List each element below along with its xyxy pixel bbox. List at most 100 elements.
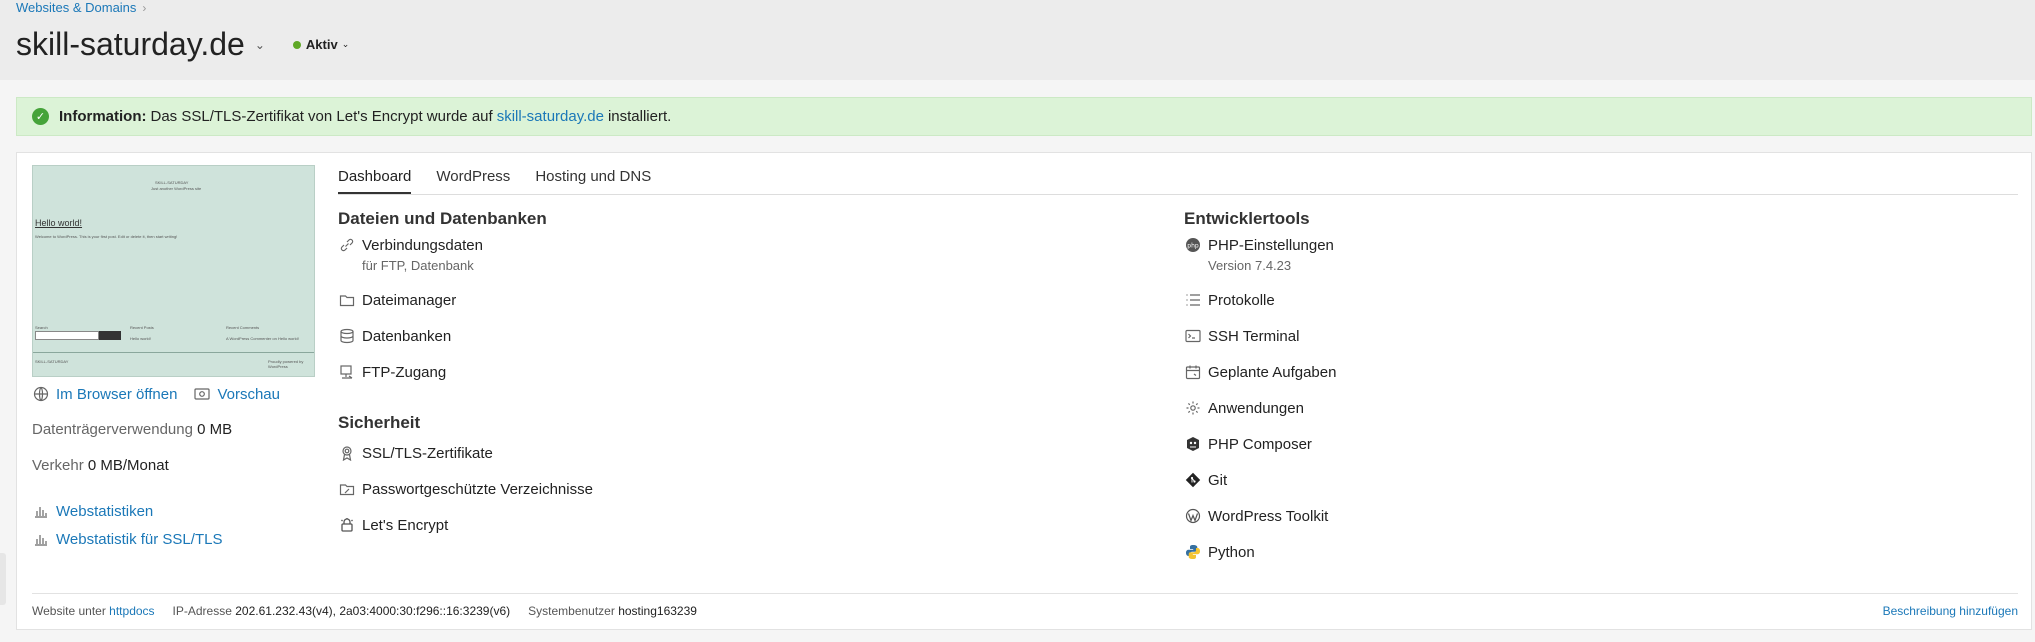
connection-info-link[interactable]: Verbindungsdaten xyxy=(338,236,483,254)
document-root-link[interactable]: httpdocs xyxy=(109,604,154,618)
system-user-label: Systembenutzer xyxy=(528,604,615,618)
eye-icon xyxy=(193,385,211,403)
chevron-right-icon: › xyxy=(142,1,147,15)
php-version: Version 7.4.23 xyxy=(1208,258,1292,273)
status-dot-icon xyxy=(292,40,301,49)
lets-encrypt-link[interactable]: Let's Encrypt xyxy=(338,516,448,534)
ssl-certificates-link[interactable]: SSL/TLS-Zertifikate xyxy=(338,444,493,462)
side-panel-handle[interactable] xyxy=(0,553,6,605)
connection-info-label: Verbindungsdaten xyxy=(362,236,483,254)
applications-label: Anwendungen xyxy=(1208,399,1304,417)
chevron-down-icon: ⌄ xyxy=(341,39,350,49)
git-label: Git xyxy=(1208,471,1228,489)
open-links-row: Im Browser öffnen Vorschau xyxy=(32,385,280,403)
wordpress-icon xyxy=(1184,507,1202,525)
webstats-ssl-label: Webstatistik für SSL/TLS xyxy=(56,530,223,548)
preview-label: Vorschau xyxy=(217,385,280,403)
bar-chart-icon xyxy=(32,502,50,520)
preview-divider xyxy=(33,352,314,353)
system-user-info: Systembenutzer hosting163239 xyxy=(528,604,697,618)
status-dropdown[interactable]: Aktiv ⌄ xyxy=(292,37,350,52)
list-icon xyxy=(1184,291,1202,309)
chevron-down-icon[interactable]: ⌄ xyxy=(255,38,265,52)
protected-directories-label: Passwortgeschützte Verzeichnisse xyxy=(362,480,593,498)
link-icon xyxy=(338,236,356,254)
open-in-browser-label: Im Browser öffnen xyxy=(56,385,178,403)
applications-link[interactable]: Anwendungen xyxy=(1184,399,1304,417)
security-section-title: Sicherheit xyxy=(338,413,421,432)
php-composer-link[interactable]: PHP Composer xyxy=(1184,435,1312,453)
preview-footer-right: Proudly powered by WordPress xyxy=(268,359,304,369)
database-icon xyxy=(338,327,356,345)
page-title: skill-saturday.de xyxy=(16,26,245,62)
title-row: skill-saturday.de ⌄ Aktiv ⌄ xyxy=(16,26,349,63)
files-section-title: Dateien und Datenbanken xyxy=(338,209,547,228)
traffic: Verkehr 0 MB/Monat xyxy=(32,457,169,474)
preview-comment: A WordPress Commenter on Hello world! xyxy=(226,336,299,341)
domain-card: SKILL-SATURDAY Just another WordPress si… xyxy=(16,152,2032,630)
webstats-ssl-link[interactable]: Webstatistik für SSL/TLS xyxy=(32,530,222,548)
ip-address-info: IP-Adresse 202.61.232.43(v4), 2a03:4000:… xyxy=(173,604,511,618)
python-icon xyxy=(1184,543,1202,561)
card-footer: Website unter httpdocs IP-Adresse 202.61… xyxy=(32,593,2018,618)
svg-text:php: php xyxy=(1187,243,1199,250)
info-text-after: installiert. xyxy=(607,108,672,125)
preview-excerpt: Welcome to WordPress. This is your first… xyxy=(35,234,178,239)
ftp-access-link[interactable]: FTP-Zugang xyxy=(338,363,446,381)
traffic-label: Verkehr xyxy=(32,457,84,474)
ssh-terminal-link[interactable]: SSH Terminal xyxy=(1184,327,1299,345)
databases-link[interactable]: Datenbanken xyxy=(338,327,451,345)
info-domain-link[interactable]: skill-saturday.de xyxy=(497,108,604,125)
file-manager-link[interactable]: Dateimanager xyxy=(338,291,456,309)
connection-info-sub: für FTP, Datenbank xyxy=(362,258,474,273)
php-composer-label: PHP Composer xyxy=(1208,435,1312,453)
tab-wordpress[interactable]: WordPress xyxy=(436,165,510,194)
dev-section-title: Entwicklertools xyxy=(1184,209,1310,228)
protected-directories-link[interactable]: Passwortgeschützte Verzeichnisse xyxy=(338,480,593,498)
open-in-browser-link[interactable]: Im Browser öffnen xyxy=(32,385,177,403)
preview-hello: Hello world! xyxy=(35,218,83,228)
info-label: Information: xyxy=(59,108,147,125)
add-description-link[interactable]: Beschreibung hinzufügen xyxy=(1883,604,2018,618)
preview-footer-left: SKILL-SATURDAY xyxy=(35,359,69,364)
website-preview-thumbnail[interactable]: SKILL-SATURDAY Just another WordPress si… xyxy=(32,165,315,377)
git-icon xyxy=(1184,471,1202,489)
lets-encrypt-icon xyxy=(338,516,356,534)
document-root-label: Website unter xyxy=(32,604,106,618)
tab-bar: Dashboard WordPress Hosting und DNS xyxy=(338,165,2018,195)
breadcrumb-link-websites[interactable]: Websites & Domains xyxy=(16,0,136,15)
file-manager-label: Dateimanager xyxy=(362,291,457,309)
tab-dashboard[interactable]: Dashboard xyxy=(338,165,412,194)
info-message: ✓ Information: Das SSL/TLS-Zertifikat vo… xyxy=(16,97,2032,136)
webstats-link[interactable]: Webstatistiken xyxy=(32,502,153,520)
wordpress-toolkit-link[interactable]: WordPress Toolkit xyxy=(1184,507,1328,525)
preview-hello-small: Hello world! xyxy=(130,336,151,341)
preview-link[interactable]: Vorschau xyxy=(193,385,280,403)
git-link[interactable]: Git xyxy=(1184,471,1227,489)
tab-hosting-dns[interactable]: Hosting und DNS xyxy=(535,165,651,194)
scheduled-tasks-label: Geplante Aufgaben xyxy=(1208,363,1337,381)
ip-address-value: 202.61.232.43(v4), 2a03:4000:30:f296::16… xyxy=(235,604,511,618)
certificate-icon xyxy=(338,444,356,462)
logs-label: Protokolle xyxy=(1208,291,1275,309)
info-text: Das SSL/TLS-Zertifikat von Let's Encrypt… xyxy=(150,108,493,125)
bar-chart-icon xyxy=(32,530,50,548)
scheduled-tasks-link[interactable]: Geplante Aufgaben xyxy=(1184,363,1336,381)
breadcrumb: Websites & Domains › xyxy=(16,0,146,15)
preview-tagline: Just another WordPress site xyxy=(151,186,202,191)
preview-recent-comments: Recent Comments xyxy=(226,325,260,330)
ip-address-label: IP-Adresse xyxy=(172,604,232,618)
python-label: Python xyxy=(1208,543,1255,561)
php-settings-link[interactable]: php PHP-Einstellungen xyxy=(1184,236,1334,254)
disk-usage-label: Datenträgerverwendung xyxy=(32,421,193,438)
python-link[interactable]: Python xyxy=(1184,543,1255,561)
ftp-icon xyxy=(338,363,356,381)
composer-icon xyxy=(1184,435,1202,453)
logs-link[interactable]: Protokolle xyxy=(1184,291,1275,309)
preview-search-button xyxy=(99,331,121,340)
databases-label: Datenbanken xyxy=(362,327,452,345)
page-header: Websites & Domains › skill-saturday.de ⌄ … xyxy=(0,0,2035,80)
calendar-icon xyxy=(1184,363,1202,381)
ftp-access-label: FTP-Zugang xyxy=(362,363,447,381)
files-databases-section: Dateien und Datenbanken Verbindungsdaten… xyxy=(338,209,938,569)
